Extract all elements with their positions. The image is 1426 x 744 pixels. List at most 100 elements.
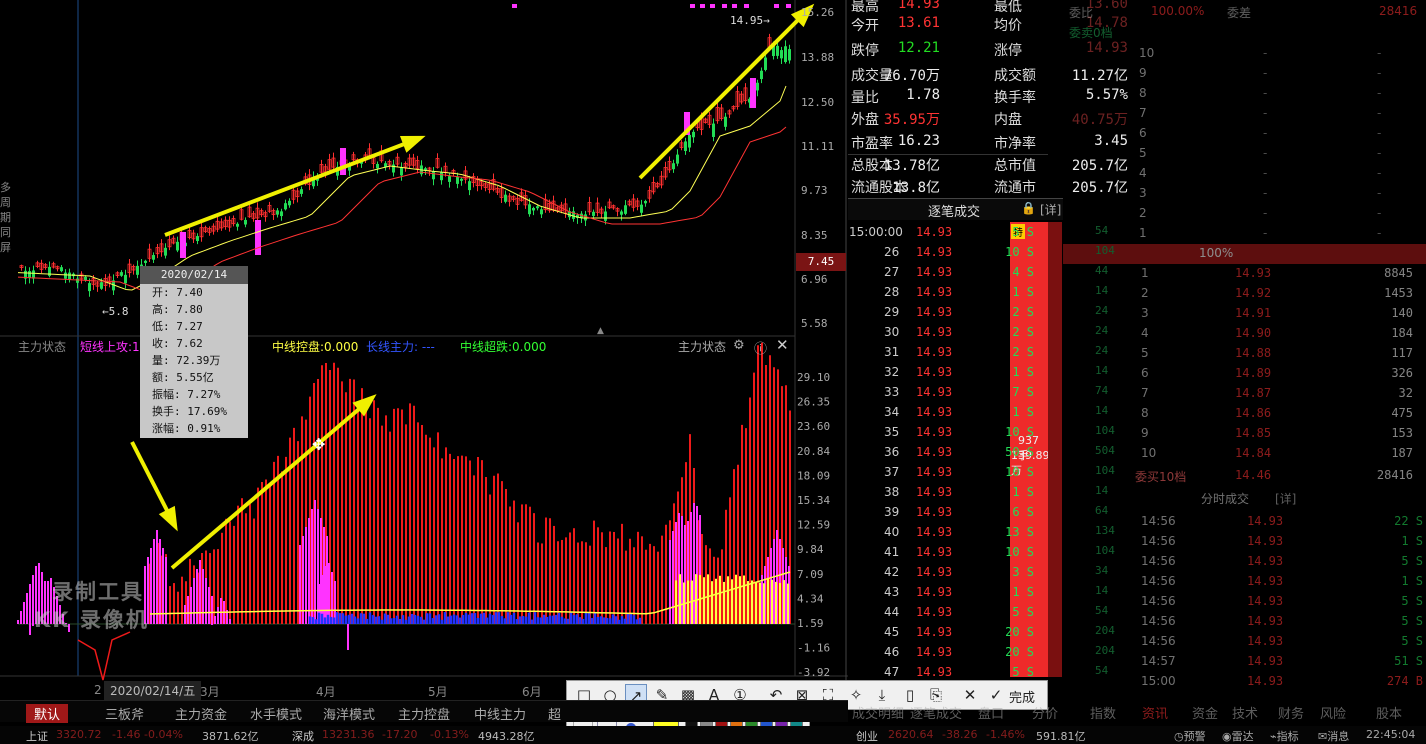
level-volume: - (1377, 126, 1382, 140)
minute-time: 14:56 (1141, 614, 1176, 628)
dim-volume: 204 (1095, 624, 1115, 637)
orderbook-row: 2 14.92 1453 (1063, 284, 1426, 304)
tick-panel-header[interactable]: 逐笔成交 🔒 [详] (848, 198, 1063, 220)
popup-volume: 量: 72.39万 (152, 354, 221, 367)
indicator-name[interactable]: 主力状态 (18, 338, 66, 355)
radar-icon[interactable]: ◉雷达 (1222, 728, 1254, 744)
quote-value: 76.70万 (883, 68, 940, 84)
indicator-tabs[interactable]: 默认 三板斧 主力资金 水手模式 海洋模式 主力控盘 中线主力 超 (0, 700, 848, 723)
tick-detail-link[interactable]: [详] (1040, 201, 1061, 218)
right-tab[interactable]: 逐笔成交 (910, 703, 962, 722)
level-volume: 187 (1391, 446, 1413, 460)
tick-list[interactable]: 15:00:00 14.93 5 S 26 14.93 10 S 27 14.93 4 S 28 1… (848, 222, 1063, 677)
right-tab[interactable]: 财务 (1278, 703, 1304, 722)
candle-body (236, 223, 239, 227)
x-axis-start: 2 (94, 683, 102, 697)
order-value: 100.00% (1151, 4, 1205, 18)
candle-body (400, 167, 403, 176)
candle-body (624, 205, 627, 214)
indicator-tick-label: 15.34 (797, 494, 830, 507)
indicator-tab[interactable]: 主力资金 (175, 704, 227, 723)
watermark-line-1: 录制工具 (52, 580, 144, 604)
tick-row: 31 14.93 2 S (848, 342, 1034, 362)
tick-volume: 10 S (1005, 545, 1034, 559)
cy-amount: 591.81亿 (1036, 730, 1086, 743)
quote-divider (848, 154, 1048, 155)
right-tab[interactable]: 资讯 (1142, 703, 1168, 722)
left-side-labels[interactable]: 多 周 期 同 屏 (0, 180, 14, 255)
lock-icon[interactable]: 🔒 (1021, 201, 1036, 215)
tick-volume: 7 S (1012, 385, 1034, 399)
status-bar: 上证 3320.72 -1.46 -0.04% 3871.62亿 深成 1323… (0, 726, 1426, 744)
help-icon[interactable]: ⓘ (754, 338, 767, 357)
right-tab[interactable]: 分价 (1032, 703, 1058, 722)
right-tabs[interactable]: 成交明细 逐笔成交 盘口 分价 指数 资讯 资金 技术 财务 风险 股本 (848, 700, 1426, 722)
tick-price: 14.93 (916, 545, 953, 559)
indicator-tab[interactable]: 默认 (26, 704, 69, 723)
indicator-icon[interactable]: ⌁指标 (1270, 728, 1299, 744)
right-tab[interactable]: 资金 (1192, 703, 1218, 722)
minute-volume: 1 S (1401, 534, 1423, 548)
right-tab[interactable]: 盘口 (978, 703, 1004, 722)
tick-row: 28 14.93 1 S (848, 282, 1034, 302)
trend-arrow-head (158, 505, 178, 532)
close-icon[interactable]: ✕ (776, 336, 789, 354)
minute-detail-link[interactable]: [详] (1275, 490, 1296, 507)
orderbook-row: 4 14.90 184 (1063, 324, 1426, 344)
orderbook-row: 8 - - (1063, 84, 1426, 104)
tick-row: 34 14.93 1 S (848, 402, 1034, 422)
level-number: 1 (1139, 226, 1147, 240)
indicator-tab[interactable]: 水手模式 (250, 704, 302, 723)
tick-volume: 13 S (1005, 525, 1034, 539)
minute-title[interactable]: 分时成交 (1201, 490, 1249, 507)
quote-label: 成交额 (994, 68, 1036, 84)
indicator-tab[interactable]: 主力控盘 (398, 704, 450, 723)
indicator-tab[interactable]: 海洋模式 (323, 704, 375, 723)
right-tab[interactable]: 股本 (1376, 703, 1402, 722)
indicator-tick-label: 26.35 (797, 396, 830, 409)
buy-summary-price: 14.46 (1235, 468, 1272, 482)
candle-body (692, 131, 695, 138)
minute-time: 14:57 (1141, 654, 1176, 668)
right-tab[interactable]: 成交明细 (852, 703, 904, 722)
candle-body (60, 267, 63, 272)
candle-body (176, 241, 179, 251)
level-price: 14.90 (1235, 326, 1272, 340)
minute-price: 14.93 (1247, 594, 1284, 608)
right-tab[interactable]: 技术 (1232, 703, 1258, 722)
orderbook-row: 14:56 14.93 5 S (1063, 592, 1426, 612)
candle-body (164, 247, 167, 256)
level-price: - (1263, 46, 1268, 60)
candle-body (788, 49, 791, 61)
tick-volume: 1 S (1012, 585, 1034, 599)
message-icon[interactable]: ✉消息 (1318, 728, 1349, 744)
collapse-arrow-icon[interactable]: ▲ (597, 326, 604, 336)
alert-icon[interactable]: ◷预警 (1174, 728, 1206, 744)
sh-label: 上证 (26, 730, 48, 743)
cursor-info-popup: 2020/02/14 开: 7.40 高: 7.80 低: 7.27 收: 7.… (140, 266, 248, 438)
gear-icon[interactable]: ⚙ (733, 338, 745, 353)
level-price: 14.92 (1235, 286, 1272, 300)
tick-row: 35 14.93 10 S (848, 422, 1034, 442)
right-tab[interactable]: 指数 (1090, 703, 1116, 722)
tick-panel-title[interactable]: 逐笔成交 (928, 201, 980, 220)
right-tab[interactable]: 风险 (1320, 703, 1346, 722)
price-tick-label: 8.35 (801, 229, 828, 242)
watermark-line-2: KK 录像机 (34, 608, 149, 632)
tick-volume: 2 S (1012, 345, 1034, 359)
candle-body (760, 70, 763, 80)
price-tick-label: 15.26 (801, 6, 834, 19)
tick-price: 14.93 (916, 405, 953, 419)
candlesticks (19, 33, 791, 297)
indicator-tab[interactable]: 超 (548, 704, 561, 723)
level-number: 5 (1141, 346, 1149, 360)
indicator-tab[interactable]: 三板斧 (105, 704, 144, 723)
tick-row: 29 14.93 2 S (848, 302, 1034, 322)
tick-volume: 20 S (1005, 625, 1034, 639)
indicator-tab[interactable]: 中线主力 (474, 704, 526, 723)
order-book-panel[interactable]: 委比 100.00% 委差 28416 委卖0档 10- -9- -8- -7- -6- -5- -4… (1063, 0, 1426, 744)
tick-volume: 1 S (1012, 365, 1034, 379)
tick-time: 37 (884, 465, 900, 479)
orderbook-row: 分时成交 [详] (1063, 488, 1426, 508)
tick-row: 30 14.93 2 S (848, 322, 1034, 342)
